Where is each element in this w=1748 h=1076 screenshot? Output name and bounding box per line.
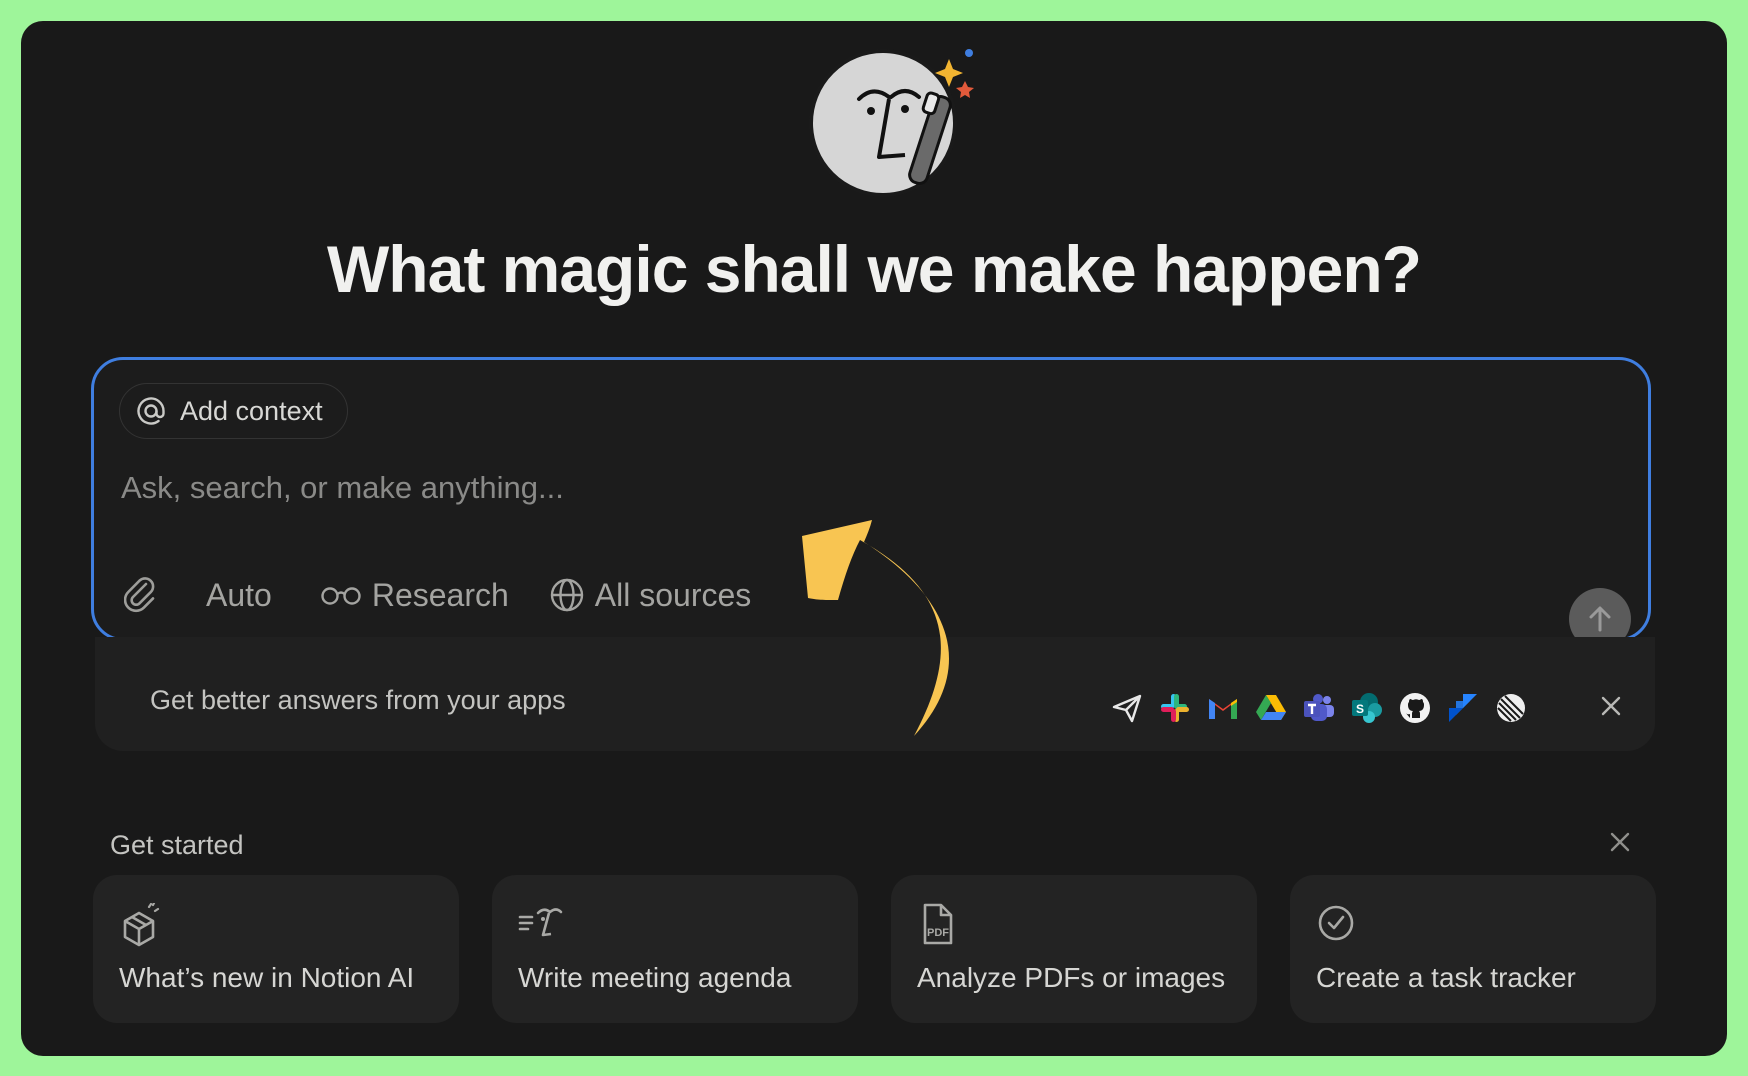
- annotation-arrow: [802, 520, 950, 736]
